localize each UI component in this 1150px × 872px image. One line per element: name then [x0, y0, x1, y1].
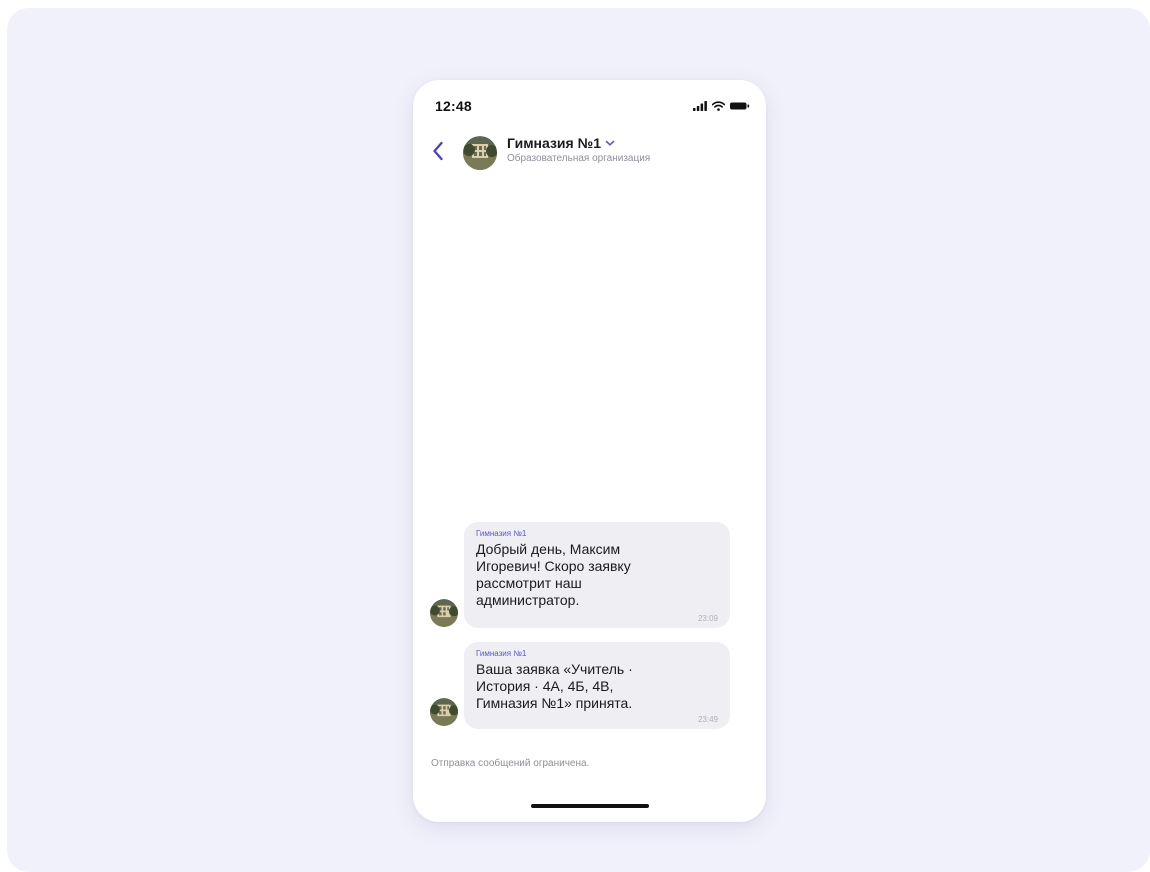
back-button[interactable] [427, 138, 449, 164]
chat-title-block[interactable]: Гимназия №1 Образовательная организация [507, 135, 747, 164]
message-sender: Гимназия №1 [476, 649, 527, 658]
phone-screen: 12:48 Гимназия №1 Образовательная органи… [413, 80, 766, 822]
messaging-restricted-note: Отправка сообщений ограничена. [431, 758, 590, 769]
message-text: Добрый день, Максим Игоревич! Скоро заяв… [476, 541, 631, 608]
status-bar: 12:48 [413, 80, 766, 120]
chat-name-row[interactable]: Гимназия №1 [507, 135, 747, 151]
message-item: Гимназия №1 Ваша заявка «Учитель · Истор… [413, 642, 766, 729]
chevron-down-icon[interactable] [605, 139, 615, 147]
battery-icon [730, 102, 750, 110]
status-time: 12:48 [435, 98, 472, 114]
chat-header: Гимназия №1 Образовательная организация [413, 132, 766, 178]
cellular-signal-icon [693, 101, 707, 111]
message-item: Гимназия №1 Добрый день, Максим Игоревич… [413, 522, 766, 628]
chat-name: Гимназия №1 [507, 135, 601, 151]
chat-avatar[interactable] [463, 136, 497, 170]
message-sender: Гимназия №1 [476, 529, 527, 538]
status-icons [693, 100, 750, 112]
sender-avatar [430, 698, 458, 726]
home-indicator[interactable] [531, 804, 649, 808]
message-time: 23:09 [697, 614, 718, 623]
message-bubble[interactable]: Гимназия №1 Ваша заявка «Учитель · Истор… [464, 642, 730, 729]
message-text: Ваша заявка «Учитель · История · 4А, 4Б,… [476, 661, 633, 711]
chevron-left-icon [433, 141, 443, 161]
message-time: 23:49 [697, 715, 718, 724]
sender-avatar [430, 599, 458, 627]
page-background: 12:48 Гимназия №1 Образовательная органи… [7, 8, 1150, 872]
chat-subtitle: Образовательная организация [507, 153, 651, 164]
wifi-icon [712, 101, 725, 111]
message-bubble[interactable]: Гимназия №1 Добрый день, Максим Игоревич… [464, 522, 730, 628]
